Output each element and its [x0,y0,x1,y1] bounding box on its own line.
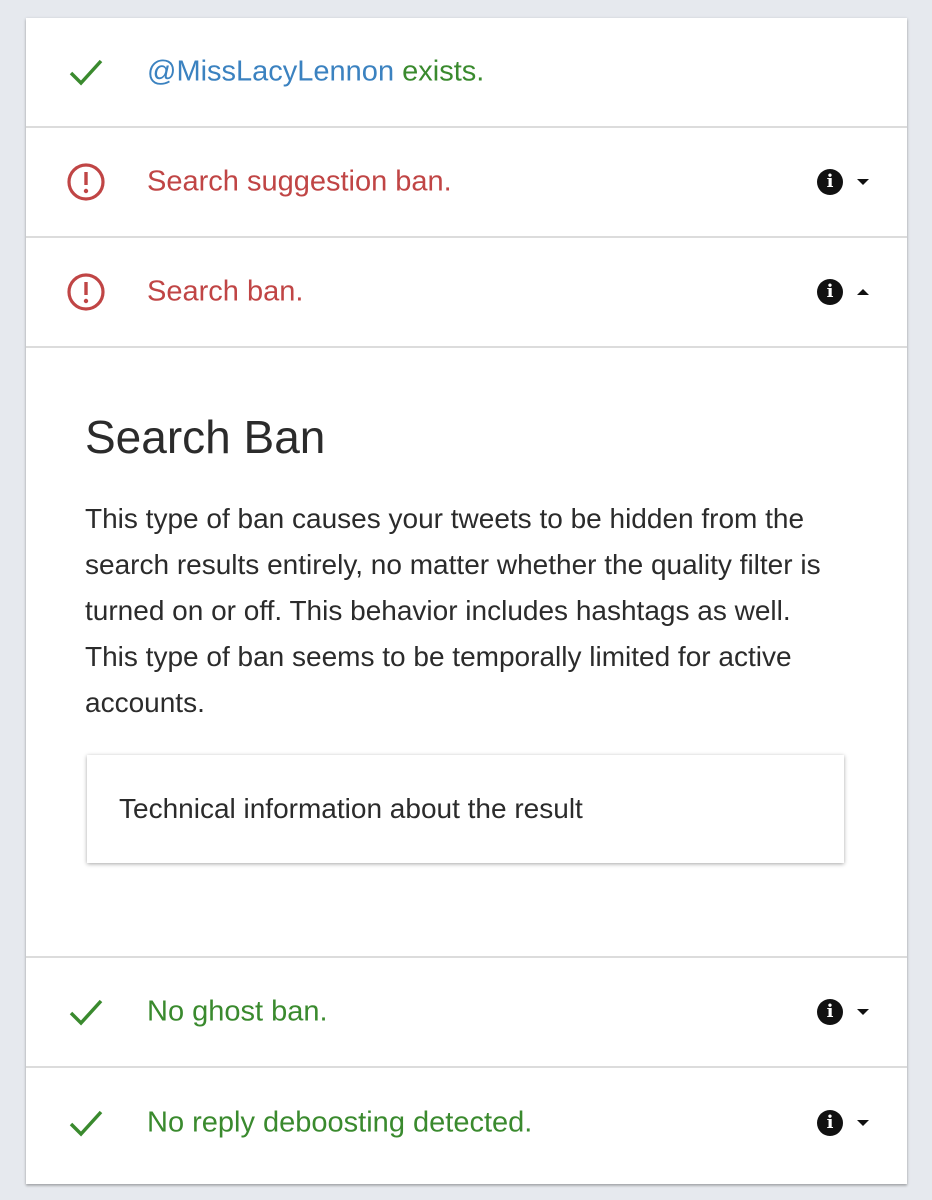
search-ban-details-panel: Search Ban This type of ban causes your … [26,348,907,958]
row-actions: i [817,999,869,1025]
info-icon[interactable]: i [817,279,843,305]
chevron-down-icon[interactable] [857,1120,869,1126]
chevron-down-icon[interactable] [857,179,869,185]
check-icon [64,990,108,1034]
alert-circle-icon [64,270,108,314]
check-icon [64,1101,108,1145]
row-account-exists: @MissLacyLennon exists. [26,18,907,128]
panel-description: This type of ban causes your tweets to b… [85,503,821,718]
row-reply-deboosting[interactable]: No reply deboosting detected. i [26,1068,907,1178]
panel-title: Search Ban [85,411,326,463]
row-label: Search ban. [147,275,304,308]
row-actions: i [817,1110,869,1136]
info-icon[interactable]: i [817,169,843,195]
alert-circle-icon [64,160,108,204]
row-search-suggestion-ban[interactable]: Search suggestion ban. i [26,128,907,238]
row-label: No reply deboosting detected. [147,1106,533,1139]
row-label: No ghost ban. [147,995,328,1028]
results-card: @MissLacyLennon exists. Search suggestio… [26,18,907,1184]
technical-information-toggle[interactable]: Technical information about the result [87,755,844,863]
exists-text: exists. [394,55,485,88]
row-label: @MissLacyLennon exists. [147,56,484,89]
chevron-down-icon[interactable] [857,1009,869,1015]
row-label: Search suggestion ban. [147,165,452,198]
info-icon[interactable]: i [817,999,843,1025]
row-search-ban[interactable]: Search ban. i [26,238,907,348]
row-actions: i [817,279,869,305]
chevron-up-icon[interactable] [857,289,869,295]
check-icon [64,50,108,94]
account-handle-link[interactable]: @MissLacyLennon [147,56,394,88]
row-ghost-ban[interactable]: No ghost ban. i [26,958,907,1068]
info-icon[interactable]: i [817,1110,843,1136]
row-actions: i [817,169,869,195]
